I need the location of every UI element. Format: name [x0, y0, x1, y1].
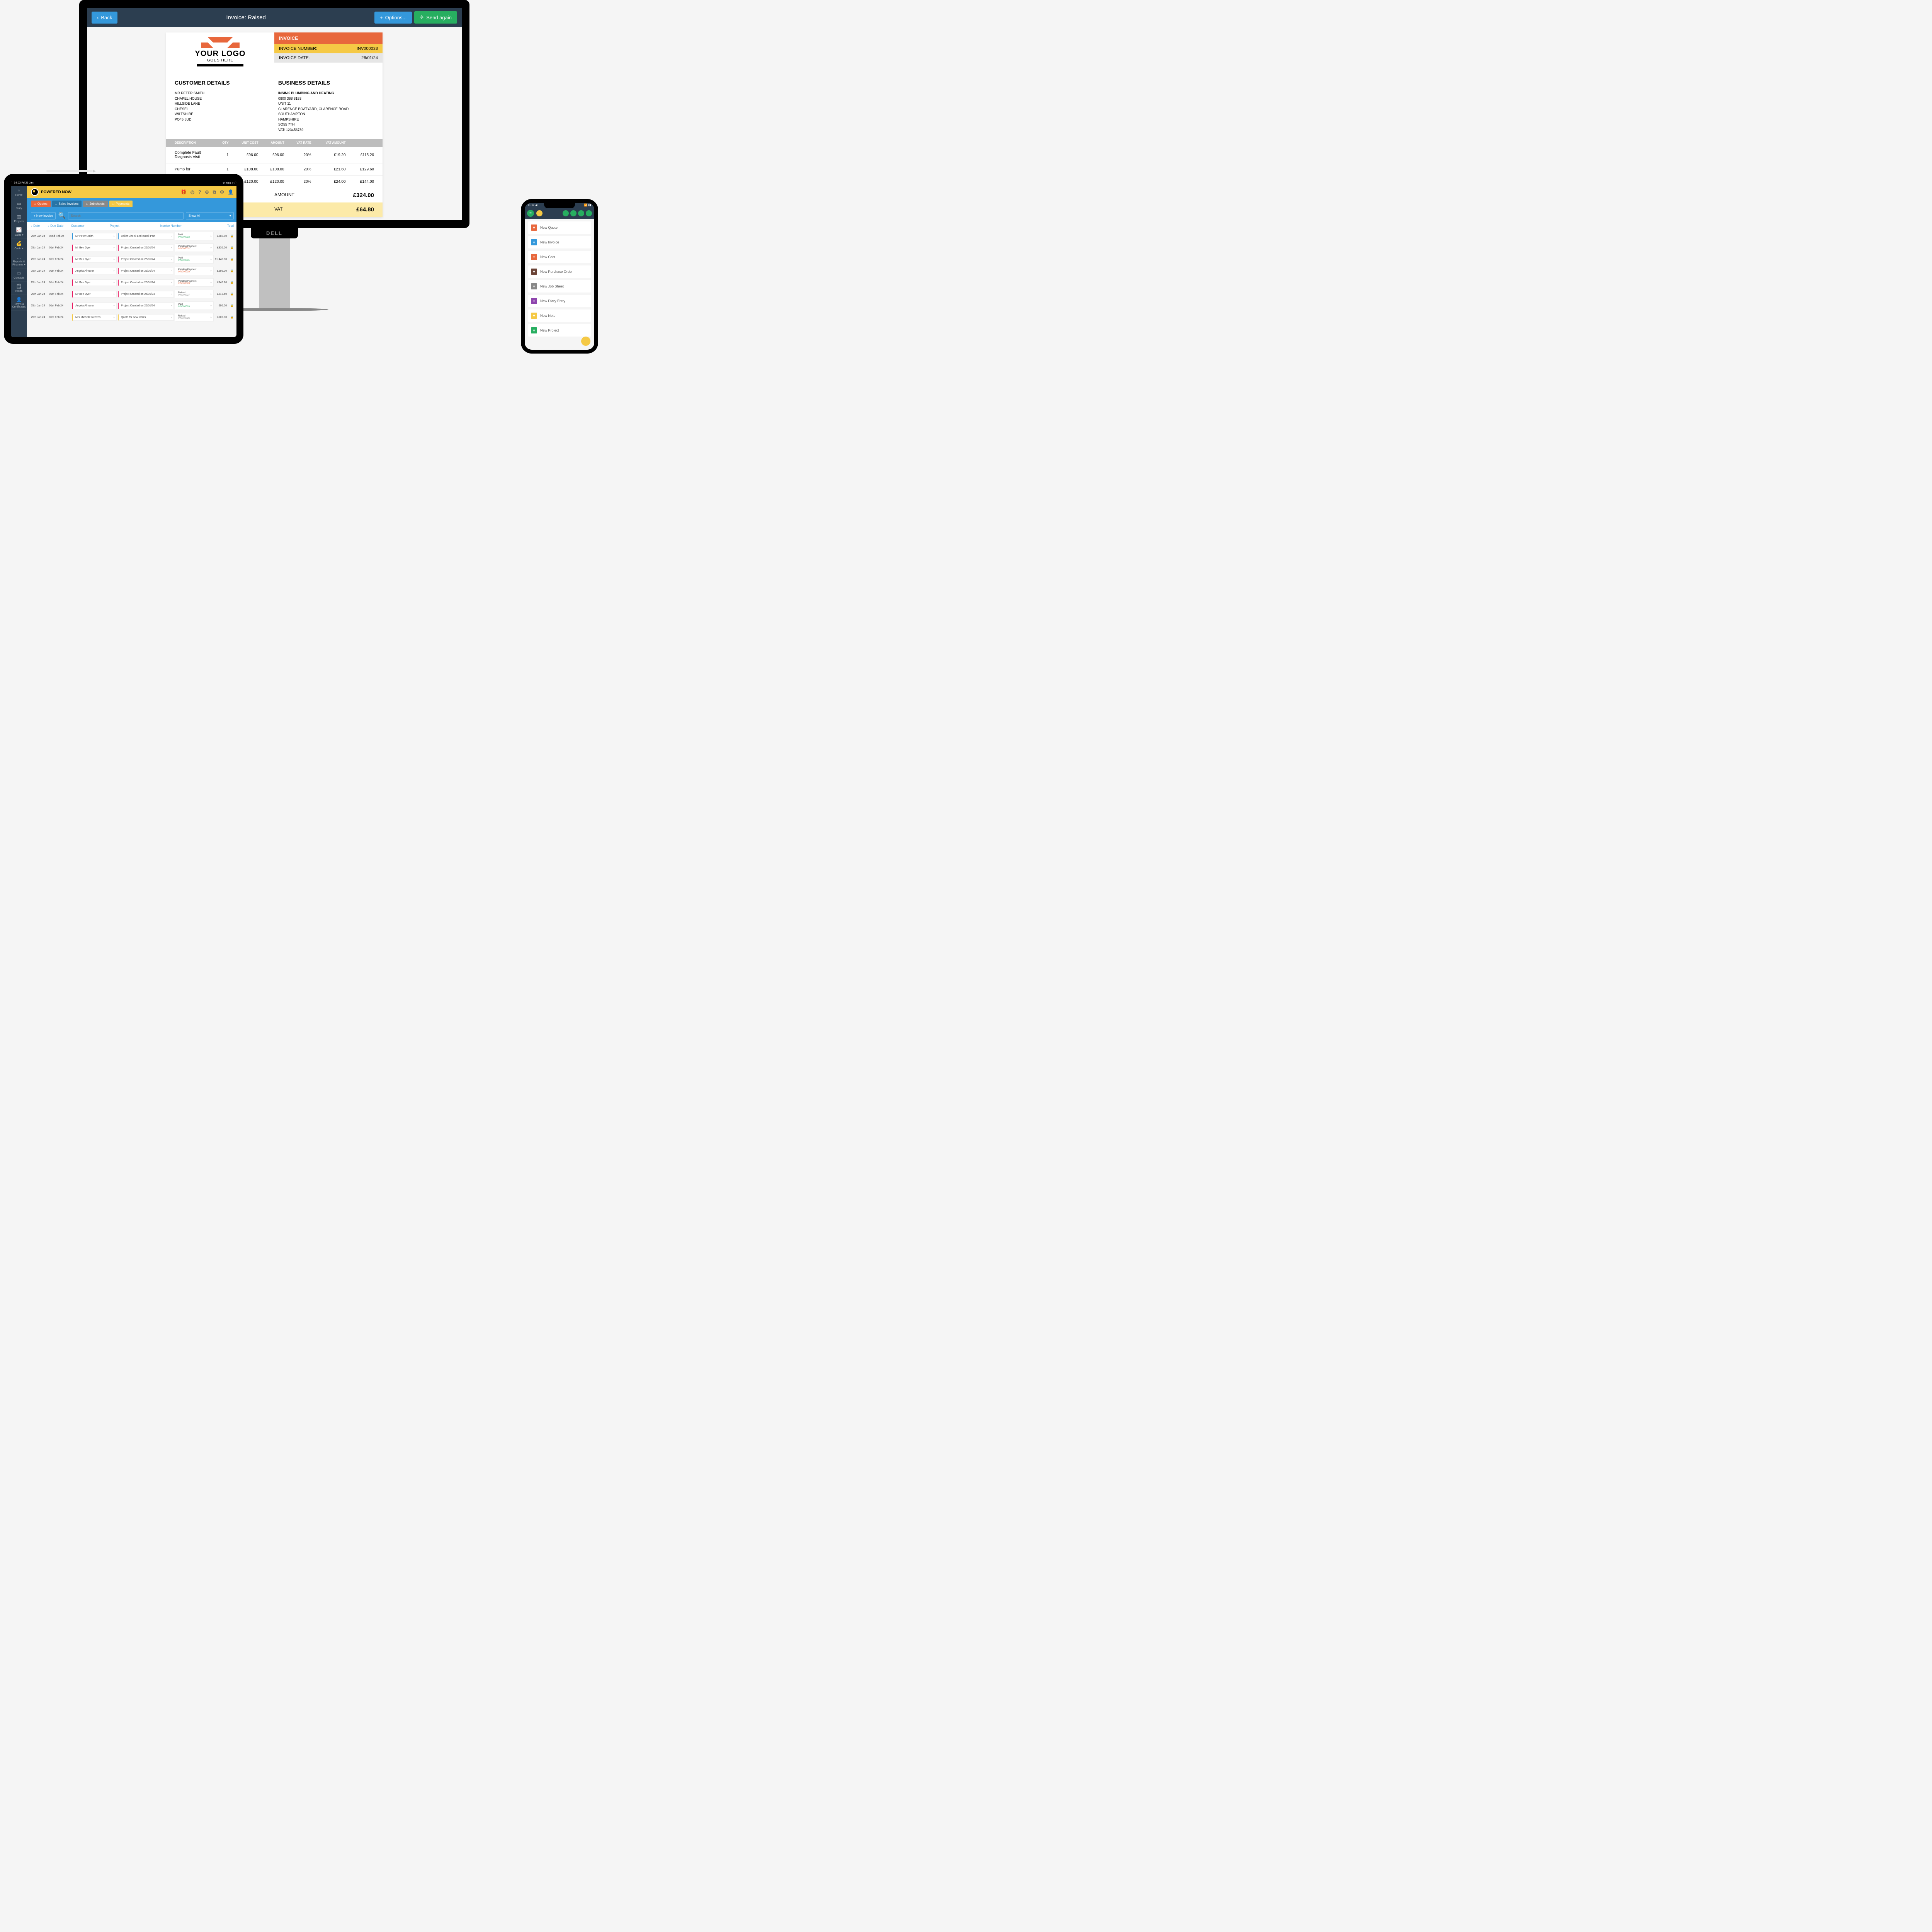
invoice-line: Complete Fault Diagnosis Visit1£96.00£96… — [166, 147, 383, 163]
invoice-date-row: INVOICE DATE:26/01/24 — [274, 53, 383, 63]
chat-icon[interactable]: ⧉ — [213, 189, 216, 195]
user-icon[interactable]: 👤 — [228, 189, 234, 195]
invoice-row[interactable]: 25th Jan 2401st Feb 24 Angela Almaron▸ P… — [27, 265, 236, 277]
invoice-row[interactable]: 25th Jan 2401st Feb 24 Mr Ben Dyer▸ Proj… — [27, 277, 236, 288]
tablet-sidenav: ⌂Home▭Diary▥Projects📈Sales ▾💰Costs ▾…Rep… — [11, 186, 27, 337]
tab-job-sheets[interactable]: □Job sheets — [83, 201, 108, 207]
plus-icon: + — [531, 283, 537, 289]
col-header[interactable]: Total — [193, 224, 234, 228]
company-logo: YOUR LOGO GOES HERE — [166, 32, 274, 73]
new-invoice-button[interactable]: + New Invoice — [31, 212, 56, 219]
plus-icon: + — [531, 269, 537, 275]
plus-icon: + — [531, 239, 537, 245]
lock-icon: 🔒 — [230, 235, 234, 238]
brand-logo-icon — [31, 188, 39, 196]
invoice-row[interactable]: 26th Jan 2402nd Feb 24 Mr Peter Smith▸ B… — [27, 230, 236, 242]
filter-bar: + New Invoice 🔍 Show All ▾ — [27, 209, 236, 222]
lock-icon: 🔒 — [230, 316, 234, 319]
col-header[interactable]: Customer — [71, 224, 110, 228]
quick-action-new-quote[interactable]: +New Quote — [528, 221, 591, 234]
gear-icon[interactable]: ⚙ — [220, 189, 224, 195]
sidenav-item[interactable]: ▭Diary — [11, 199, 27, 212]
help-icon[interactable]: ? — [198, 189, 201, 195]
quick-action-new-note[interactable]: +New Note — [528, 310, 591, 322]
customer-details: CUSTOMER DETAILSMR PETER SMITHCHAPEL HOU… — [175, 79, 270, 133]
invoice-row[interactable]: 25th Jan 2401st Feb 24 Mr Ben Dyer▸ Proj… — [27, 288, 236, 300]
search-input[interactable] — [68, 212, 183, 219]
invoice-heading: INVOICE — [274, 32, 383, 44]
tab-sales-invoices[interactable]: □Sales Invoices — [52, 201, 82, 207]
lock-icon: 🔒 — [230, 269, 234, 272]
lock-icon: 🔒 — [230, 258, 234, 261]
table-header: ↓ Date↓ Due DateCustomerProjectInvoice N… — [27, 222, 236, 230]
lock-icon: 🔒 — [230, 281, 234, 284]
plus-icon: + — [531, 254, 537, 260]
hamburger-icon[interactable]: ≡ — [527, 210, 534, 217]
quick-action-new-cost[interactable]: +New Cost — [528, 251, 591, 263]
lock-icon: 🔒 — [230, 304, 234, 307]
quick-action-new-project[interactable]: +New Project — [528, 324, 591, 337]
tablet-statusbar: 14:03 Fri 26 Jan⋯ ᯤ 50% ▢ — [11, 181, 236, 186]
plus-icon: + — [380, 15, 383, 20]
invoice-row[interactable]: 25th Jan 2401st Feb 24 Angela Almaron▸ P… — [27, 300, 236, 311]
sidenav-item[interactable]: 📈Sales ▾ — [11, 225, 27, 239]
quick-action-new-job-sheet[interactable]: +New Job Sheet — [528, 280, 591, 293]
stylus-pen — [46, 170, 93, 172]
phone-device: 11:17 ◀📶 ▮▮ ≡ +New Quote +New Invoice +N… — [521, 199, 598, 354]
chat-fab-icon[interactable] — [581, 337, 590, 346]
quick-action-new-invoice[interactable]: +New Invoice — [528, 236, 591, 248]
back-button[interactable]: ‹Back — [92, 12, 117, 24]
send-again-button[interactable]: ✈Send again — [414, 11, 457, 24]
plus-icon: + — [531, 327, 537, 333]
invoice-row[interactable]: 25th Jan 2401st Feb 24 Mrs Michelle Reev… — [27, 311, 236, 323]
sidenav-item[interactable]: ▥Projects — [11, 212, 27, 225]
chevron-left-icon: ‹ — [97, 15, 99, 20]
gift-icon[interactable]: 🎁 — [181, 189, 187, 195]
globe-icon[interactable]: ⊕ — [205, 189, 209, 195]
sidenav-item[interactable]: 🗒Notes — [11, 282, 27, 295]
brand-logo-icon — [536, 210, 543, 216]
col-header[interactable]: Project — [110, 224, 160, 228]
circle-icon[interactable] — [563, 210, 569, 216]
brand-bar: POWERED NOW 🎁 ◎ ? ⊕ ⧉ ⚙ 👤 — [27, 186, 236, 198]
quick-action-new-purchase-order[interactable]: +New Purchase Order — [528, 265, 591, 278]
invoice-row[interactable]: 25th Jan 2401st Feb 24 Mr Ben Dyer▸ Proj… — [27, 242, 236, 253]
sidenav-item[interactable]: …Reports & Finances ▾ — [11, 252, 27, 269]
target-icon[interactable]: ◎ — [190, 189, 194, 195]
lock-icon: 🔒 — [230, 246, 234, 249]
invoice-number-row: INVOICE NUMBER:INV000033 — [274, 44, 383, 53]
tab-payments[interactable]: □Payments — [109, 201, 133, 207]
quick-action-new-diary-entry[interactable]: +New Diary Entry — [528, 295, 591, 307]
options-button[interactable]: +Options... — [374, 12, 412, 24]
sidenav-item[interactable]: 👤Forms & Certificates — [11, 295, 27, 311]
phone-topbar: ≡ — [525, 207, 594, 219]
document-type-tabs: □Quotes□Sales Invoices□Job sheets□Paymen… — [27, 198, 236, 209]
business-details: BUSINESS DETAILSINSINK PLUMBING AND HEAT… — [278, 79, 374, 133]
page-title: Invoice: Raised — [117, 14, 374, 21]
monitor-topbar: ‹Back Invoice: Raised +Options... ✈Send … — [87, 8, 462, 27]
col-header[interactable]: ↓ Date — [31, 224, 48, 228]
lock-icon: 🔒 — [230, 293, 234, 296]
tablet-device: 14:03 Fri 26 Jan⋯ ᯤ 50% ▢ ⌂Home▭Diary▥Pr… — [4, 174, 243, 344]
tab-quotes[interactable]: □Quotes — [31, 201, 51, 207]
col-header[interactable]: Invoice Number — [160, 224, 193, 228]
filter-select[interactable]: Show All ▾ — [186, 212, 234, 219]
sidenav-item[interactable]: 💰Costs ▾ — [11, 239, 27, 252]
col-header[interactable]: ↓ Due Date — [48, 224, 71, 228]
plus-icon: + — [531, 313, 537, 319]
plus-icon: + — [531, 298, 537, 304]
search-icon: 🔍 — [58, 212, 66, 219]
sidenav-item[interactable]: ⌂Home — [11, 186, 27, 199]
send-icon: ✈ — [420, 14, 424, 20]
plus-icon: + — [531, 224, 537, 231]
sidenav-item[interactable]: ▭Contacts — [11, 269, 27, 282]
circle-icon[interactable] — [586, 210, 592, 216]
circle-icon[interactable] — [578, 210, 584, 216]
circle-icon[interactable] — [570, 210, 577, 216]
invoice-row[interactable]: 25th Jan 2401st Feb 24 Mr Ben Dyer▸ Proj… — [27, 253, 236, 265]
